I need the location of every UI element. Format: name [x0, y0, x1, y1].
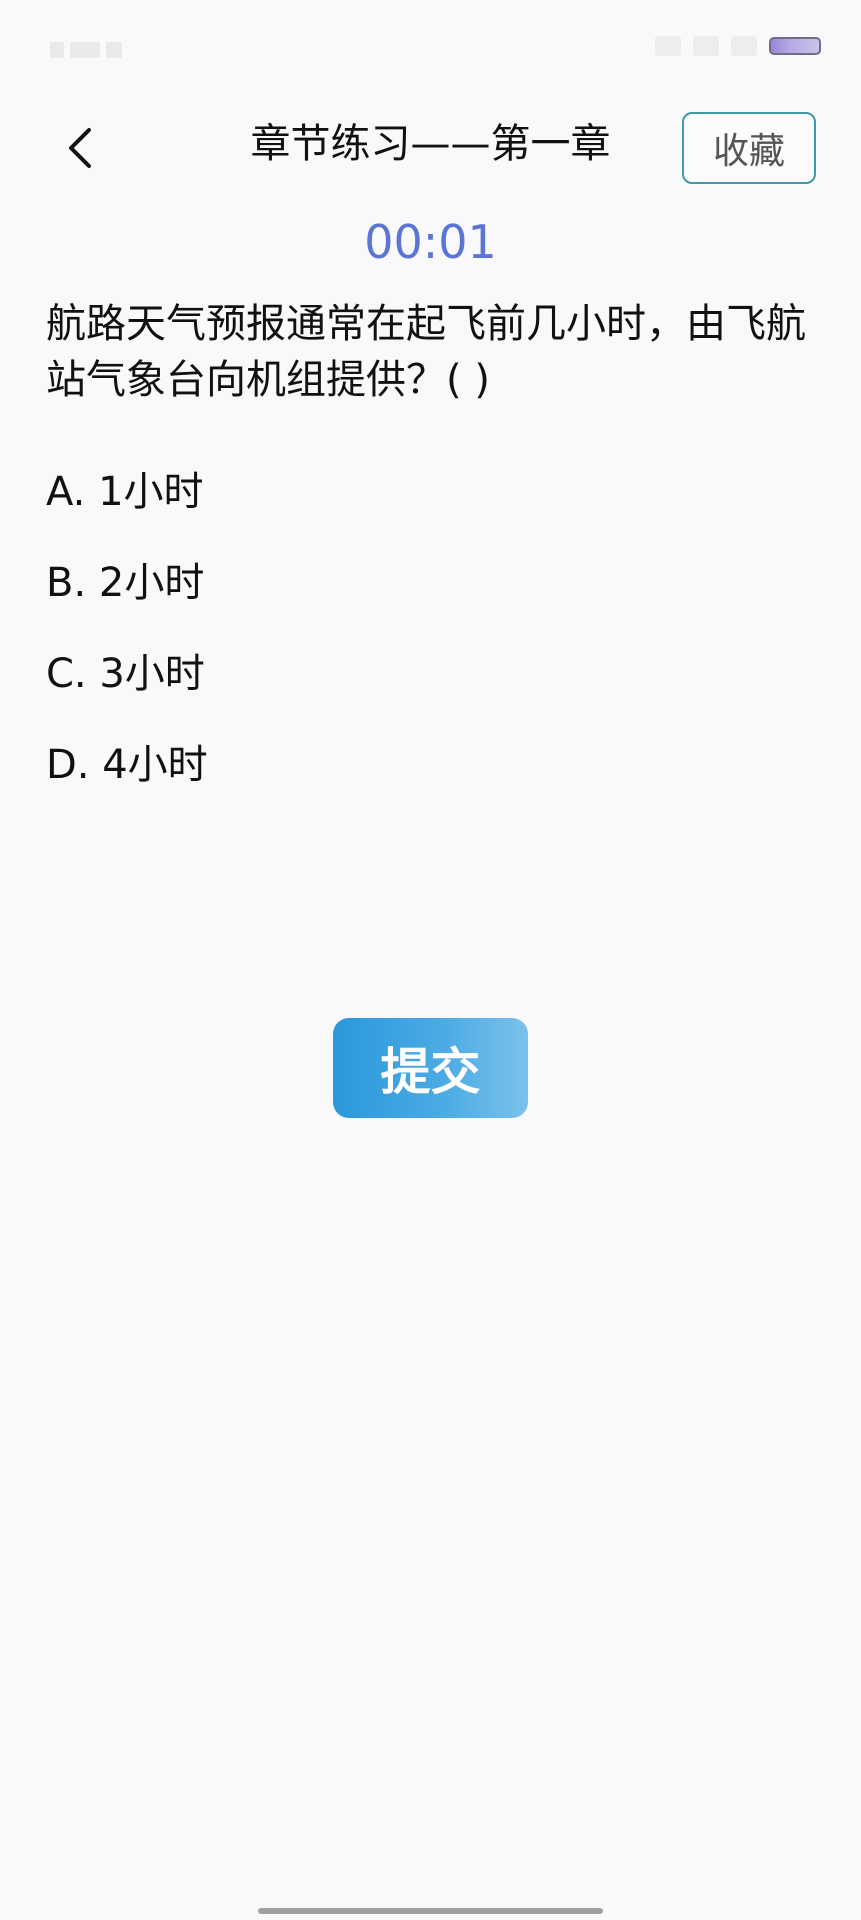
options-list: A. 1小时 B. 2小时 C. 3小时 D. 4小时	[46, 460, 806, 824]
option-b[interactable]: B. 2小时	[46, 551, 806, 615]
timer: 00:01	[364, 215, 497, 269]
data-icon	[731, 36, 757, 56]
option-a[interactable]: A. 1小时	[46, 460, 806, 524]
option-c[interactable]: C. 3小时	[46, 642, 806, 706]
battery-icon	[769, 37, 821, 55]
status-icons-left	[50, 38, 150, 62]
status-icons-right	[655, 36, 821, 56]
favorite-button[interactable]: 收藏	[682, 112, 816, 184]
wifi-icon	[655, 36, 681, 56]
home-indicator[interactable]	[258, 1908, 603, 1914]
status-bar	[0, 0, 861, 100]
back-button[interactable]	[50, 118, 110, 178]
signal-icon	[693, 36, 719, 56]
submit-button[interactable]: 提交	[333, 1018, 528, 1118]
chevron-left-icon	[69, 128, 91, 168]
question-text: 航路天气预报通常在起飞前几小时，由飞航站气象台向机组提供？( )	[46, 301, 806, 403]
option-d[interactable]: D. 4小时	[46, 733, 806, 797]
